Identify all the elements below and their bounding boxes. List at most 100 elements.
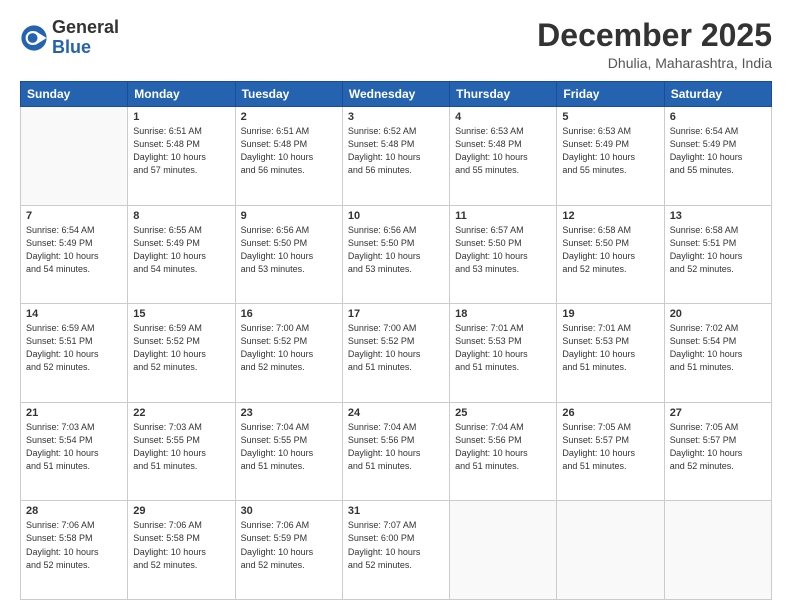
- day-number: 7: [26, 210, 122, 222]
- calendar-cell: 19 Sunrise: 7:01 AM Sunset: 5:53 PM Dayli…: [557, 304, 664, 403]
- day-info: Sunrise: 6:56 AM Sunset: 5:50 PM Dayligh…: [241, 224, 337, 276]
- header: General Blue December 2025 Dhulia, Mahar…: [20, 18, 772, 71]
- day-info: Sunrise: 7:00 AM Sunset: 5:52 PM Dayligh…: [241, 322, 337, 374]
- day-info: Sunrise: 6:58 AM Sunset: 5:50 PM Dayligh…: [562, 224, 658, 276]
- day-number: 18: [455, 308, 551, 320]
- calendar-cell: 2 Sunrise: 6:51 AM Sunset: 5:48 PM Daylig…: [235, 107, 342, 206]
- calendar-cell: 21 Sunrise: 7:03 AM Sunset: 5:54 PM Dayli…: [21, 402, 128, 501]
- day-number: 21: [26, 407, 122, 419]
- day-number: 26: [562, 407, 658, 419]
- calendar-cell: [450, 501, 557, 600]
- logo-general-text: General: [52, 18, 119, 38]
- day-number: 22: [133, 407, 229, 419]
- calendar-cell: 26 Sunrise: 7:05 AM Sunset: 5:57 PM Dayli…: [557, 402, 664, 501]
- logo-text: General Blue: [52, 18, 119, 58]
- calendar-day-header: Friday: [557, 82, 664, 107]
- logo-blue-text: Blue: [52, 38, 119, 58]
- calendar-cell: 28 Sunrise: 7:06 AM Sunset: 5:58 PM Dayli…: [21, 501, 128, 600]
- logo: General Blue: [20, 18, 119, 58]
- day-info: Sunrise: 6:54 AM Sunset: 5:49 PM Dayligh…: [26, 224, 122, 276]
- calendar-cell: 3 Sunrise: 6:52 AM Sunset: 5:48 PM Daylig…: [342, 107, 449, 206]
- day-info: Sunrise: 6:57 AM Sunset: 5:50 PM Dayligh…: [455, 224, 551, 276]
- day-info: Sunrise: 7:06 AM Sunset: 5:58 PM Dayligh…: [26, 519, 122, 571]
- day-number: 16: [241, 308, 337, 320]
- calendar-cell: 16 Sunrise: 7:00 AM Sunset: 5:52 PM Dayli…: [235, 304, 342, 403]
- calendar-week-row: 21 Sunrise: 7:03 AM Sunset: 5:54 PM Dayli…: [21, 402, 772, 501]
- calendar-cell: 17Sunrise: 7:00 AM Sunset: 5:52 PM Dayli…: [342, 304, 449, 403]
- calendar-cell: 1Sunrise: 6:51 AM Sunset: 5:48 PM Daylig…: [128, 107, 235, 206]
- day-info: Sunrise: 6:55 AM Sunset: 5:49 PM Dayligh…: [133, 224, 229, 276]
- day-info: Sunrise: 6:58 AM Sunset: 5:51 PM Dayligh…: [670, 224, 766, 276]
- day-number: 1: [133, 111, 229, 123]
- calendar-day-header: Wednesday: [342, 82, 449, 107]
- day-number: 5: [562, 111, 658, 123]
- day-number: 28: [26, 505, 122, 517]
- calendar-cell: [21, 107, 128, 206]
- calendar-day-header: Thursday: [450, 82, 557, 107]
- day-number: 11: [455, 210, 551, 222]
- calendar-cell: 13Sunrise: 6:58 AM Sunset: 5:51 PM Dayli…: [664, 205, 771, 304]
- calendar-day-header: Monday: [128, 82, 235, 107]
- calendar-cell: 18 Sunrise: 7:01 AM Sunset: 5:53 PM Dayli…: [450, 304, 557, 403]
- day-number: 2: [241, 111, 337, 123]
- calendar-cell: 22Sunrise: 7:03 AM Sunset: 5:55 PM Dayli…: [128, 402, 235, 501]
- calendar-cell: 27Sunrise: 7:05 AM Sunset: 5:57 PM Dayli…: [664, 402, 771, 501]
- day-info: Sunrise: 6:53 AM Sunset: 5:49 PM Dayligh…: [562, 125, 658, 177]
- calendar-day-header: Tuesday: [235, 82, 342, 107]
- day-number: 29: [133, 505, 229, 517]
- logo-icon: [20, 24, 48, 52]
- calendar-cell: 20 Sunrise: 7:02 AM Sunset: 5:54 PM Dayli…: [664, 304, 771, 403]
- day-info: Sunrise: 7:01 AM Sunset: 5:53 PM Dayligh…: [455, 322, 551, 374]
- day-info: Sunrise: 6:54 AM Sunset: 5:49 PM Dayligh…: [670, 125, 766, 177]
- day-number: 12: [562, 210, 658, 222]
- calendar-cell: 6Sunrise: 6:54 AM Sunset: 5:49 PM Daylig…: [664, 107, 771, 206]
- calendar-week-row: 1 Sunrise: 6:51 AM Sunset: 5:48 PM Daylig…: [21, 107, 772, 206]
- calendar-cell: 23 Sunrise: 7:04 AM Sunset: 5:55 PM Dayli…: [235, 402, 342, 501]
- day-info: Sunrise: 6:59 AM Sunset: 5:52 PM Dayligh…: [133, 322, 229, 374]
- calendar-cell: 9 Sunrise: 6:56 AM Sunset: 5:50 PM Daylig…: [235, 205, 342, 304]
- day-info: Sunrise: 6:52 AM Sunset: 5:48 PM Dayligh…: [348, 125, 444, 177]
- day-info: Sunrise: 7:05 AM Sunset: 5:57 PM Dayligh…: [670, 421, 766, 473]
- day-info: Sunrise: 7:06 AM Sunset: 5:58 PM Dayligh…: [133, 519, 229, 571]
- day-info: Sunrise: 6:59 AM Sunset: 5:51 PM Dayligh…: [26, 322, 122, 374]
- day-number: 3: [348, 111, 444, 123]
- day-info: Sunrise: 6:51 AM Sunset: 5:48 PM Dayligh…: [241, 125, 337, 177]
- calendar-cell: 15 Sunrise: 6:59 AM Sunset: 5:52 PM Dayli…: [128, 304, 235, 403]
- day-number: 20: [670, 308, 766, 320]
- calendar-cell: 12 Sunrise: 6:58 AM Sunset: 5:50 PM Dayli…: [557, 205, 664, 304]
- day-info: Sunrise: 7:03 AM Sunset: 5:54 PM Dayligh…: [26, 421, 122, 473]
- title-block: December 2025 Dhulia, Maharashtra, India: [537, 18, 772, 71]
- calendar-cell: 5 Sunrise: 6:53 AM Sunset: 5:49 PM Daylig…: [557, 107, 664, 206]
- month-year-title: December 2025: [537, 18, 772, 53]
- day-info: Sunrise: 7:01 AM Sunset: 5:53 PM Dayligh…: [562, 322, 658, 374]
- day-number: 24: [348, 407, 444, 419]
- calendar-table: SundayMondayTuesdayWednesdayThursdayFrid…: [20, 81, 772, 600]
- calendar-week-row: 14 Sunrise: 6:59 AM Sunset: 5:51 PM Dayli…: [21, 304, 772, 403]
- calendar-header-row: SundayMondayTuesdayWednesdayThursdayFrid…: [21, 82, 772, 107]
- calendar-cell: 25Sunrise: 7:04 AM Sunset: 5:56 PM Dayli…: [450, 402, 557, 501]
- day-number: 23: [241, 407, 337, 419]
- calendar-cell: [664, 501, 771, 600]
- calendar-week-row: 7 Sunrise: 6:54 AM Sunset: 5:49 PM Daylig…: [21, 205, 772, 304]
- calendar-cell: 4Sunrise: 6:53 AM Sunset: 5:48 PM Daylig…: [450, 107, 557, 206]
- day-number: 10: [348, 210, 444, 222]
- day-info: Sunrise: 6:53 AM Sunset: 5:48 PM Dayligh…: [455, 125, 551, 177]
- day-info: Sunrise: 7:02 AM Sunset: 5:54 PM Dayligh…: [670, 322, 766, 374]
- day-number: 14: [26, 308, 122, 320]
- day-number: 15: [133, 308, 229, 320]
- page: General Blue December 2025 Dhulia, Mahar…: [0, 0, 792, 612]
- day-number: 17: [348, 308, 444, 320]
- calendar-week-row: 28 Sunrise: 7:06 AM Sunset: 5:58 PM Dayli…: [21, 501, 772, 600]
- day-number: 30: [241, 505, 337, 517]
- day-number: 31: [348, 505, 444, 517]
- day-number: 9: [241, 210, 337, 222]
- day-number: 8: [133, 210, 229, 222]
- day-info: Sunrise: 7:04 AM Sunset: 5:55 PM Dayligh…: [241, 421, 337, 473]
- calendar-cell: 31Sunrise: 7:07 AM Sunset: 6:00 PM Dayli…: [342, 501, 449, 600]
- day-info: Sunrise: 7:06 AM Sunset: 5:59 PM Dayligh…: [241, 519, 337, 571]
- calendar-day-header: Sunday: [21, 82, 128, 107]
- day-info: Sunrise: 7:05 AM Sunset: 5:57 PM Dayligh…: [562, 421, 658, 473]
- day-number: 19: [562, 308, 658, 320]
- day-number: 25: [455, 407, 551, 419]
- calendar-cell: 24Sunrise: 7:04 AM Sunset: 5:56 PM Dayli…: [342, 402, 449, 501]
